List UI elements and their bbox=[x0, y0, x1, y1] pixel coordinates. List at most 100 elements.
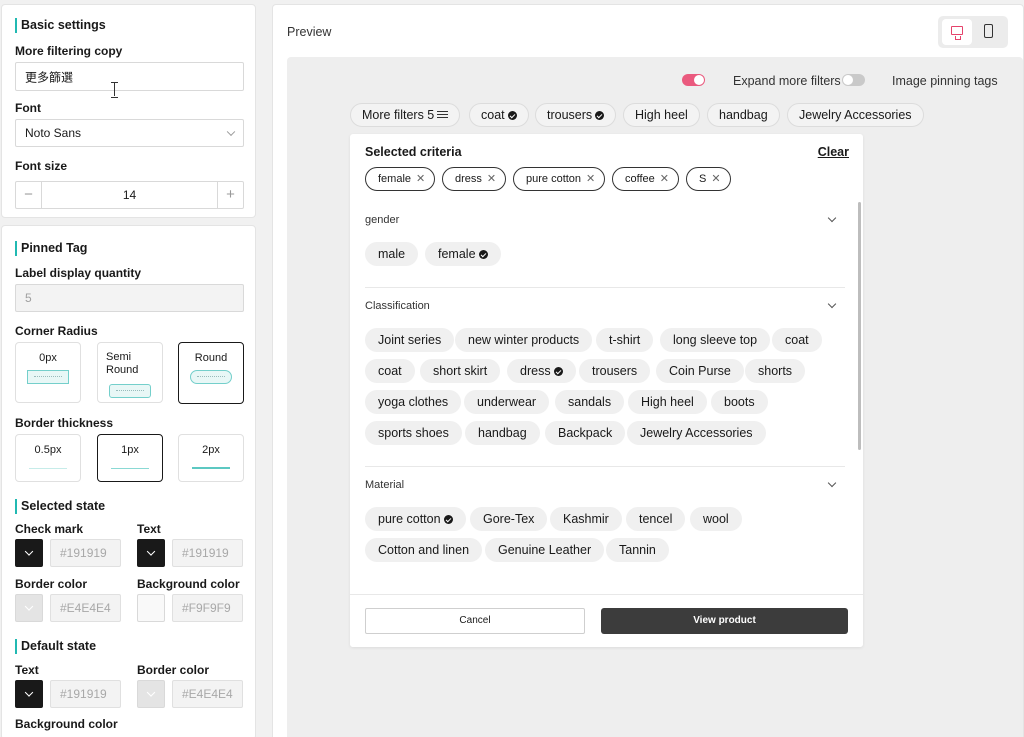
tag-kashmir[interactable]: Kashmir bbox=[550, 507, 622, 531]
close-icon[interactable]: ✕ bbox=[586, 168, 595, 190]
panel-scrollbar[interactable] bbox=[858, 202, 861, 450]
border-option-1px[interactable]: 1px bbox=[97, 434, 163, 482]
check-icon bbox=[595, 111, 605, 120]
corner-preview bbox=[109, 384, 151, 398]
expand-filters-toggle[interactable] bbox=[682, 74, 705, 86]
tag-label: female bbox=[438, 247, 476, 261]
cancel-button[interactable]: Cancel bbox=[365, 608, 585, 634]
background-color-hex: #F9F9F9 bbox=[172, 594, 243, 622]
selected-chip-female[interactable]: female ✕ bbox=[365, 167, 436, 191]
top-tag-handbag[interactable]: handbag bbox=[707, 103, 780, 127]
tag-underwear[interactable]: underwear bbox=[464, 390, 550, 414]
tag-high-heel[interactable]: High heel bbox=[628, 390, 707, 414]
tag-jewelry-accessories[interactable]: Jewelry Accessories bbox=[627, 421, 766, 445]
tag-label: dress bbox=[520, 364, 551, 378]
selected-chip-dress[interactable]: dress ✕ bbox=[442, 167, 507, 191]
tag-yoga-clothes[interactable]: yoga clothes bbox=[365, 390, 462, 414]
close-icon[interactable]: ✕ bbox=[416, 168, 425, 190]
decrement-button[interactable]: − bbox=[16, 182, 42, 208]
font-select-value: Noto Sans bbox=[25, 126, 82, 140]
close-icon[interactable]: ✕ bbox=[660, 168, 669, 190]
default-text-color-picker[interactable] bbox=[15, 680, 43, 708]
tag-gore-tex[interactable]: Gore-Tex bbox=[470, 507, 548, 531]
text-color-picker[interactable] bbox=[137, 539, 165, 567]
increment-button[interactable]: + bbox=[217, 182, 243, 208]
top-tag-trousers[interactable]: trousers bbox=[535, 103, 617, 127]
more-filters-button[interactable]: More filters 5 bbox=[350, 103, 461, 127]
font-size-value[interactable]: 14 bbox=[42, 182, 217, 208]
tag-short-skirt[interactable]: short skirt bbox=[420, 359, 501, 383]
corner-option-semi-round[interactable]: Semi Round bbox=[97, 342, 163, 403]
selected-chip-pure-cotton[interactable]: pure cotton ✕ bbox=[513, 167, 606, 191]
basic-settings-card: Basic settings More filtering copy 更多篩選 … bbox=[1, 4, 256, 218]
close-icon[interactable]: ✕ bbox=[711, 168, 720, 190]
tag-handbag[interactable]: handbag bbox=[465, 421, 540, 445]
close-icon[interactable]: ✕ bbox=[487, 168, 496, 190]
tag-sports-shoes[interactable]: sports shoes bbox=[365, 421, 462, 445]
tag-coin-purse[interactable]: Coin Purse bbox=[656, 359, 744, 383]
corner-option-round[interactable]: Round bbox=[178, 342, 244, 404]
border-color-picker[interactable] bbox=[15, 594, 43, 622]
image-pinning-label: Image pinning tags bbox=[892, 74, 998, 88]
border-option-0-5px[interactable]: 0.5px bbox=[15, 434, 81, 482]
tag-joint-series[interactable]: Joint series bbox=[365, 328, 455, 352]
chevron-down-icon bbox=[24, 688, 34, 697]
tag-coat[interactable]: coat bbox=[365, 359, 415, 383]
tag-wool[interactable]: wool bbox=[690, 507, 742, 531]
mobile-view-button[interactable] bbox=[974, 19, 1004, 45]
selected-chip-s[interactable]: S ✕ bbox=[686, 167, 731, 191]
image-pinning-toggle[interactable] bbox=[842, 74, 865, 86]
background-color-picker[interactable] bbox=[137, 594, 165, 622]
text-color-label: Text bbox=[137, 522, 161, 536]
chip-label: coffee bbox=[625, 173, 655, 185]
corner-option-label: 0px bbox=[39, 352, 57, 364]
tag-pure-cotton[interactable]: pure cotton bbox=[365, 507, 466, 531]
tag-long-sleeve-top[interactable]: long sleeve top bbox=[660, 328, 771, 352]
border-preview bbox=[192, 467, 230, 469]
chip-label: pure cotton bbox=[526, 173, 582, 185]
default-border-color-picker[interactable] bbox=[137, 680, 165, 708]
basic-settings-title: Basic settings bbox=[15, 18, 106, 33]
tag-backpack[interactable]: Backpack bbox=[545, 421, 626, 445]
default-border-label: Border color bbox=[137, 663, 210, 677]
tag-dress[interactable]: dress bbox=[507, 359, 576, 383]
corner-option-0px[interactable]: 0px bbox=[15, 342, 81, 403]
font-select[interactable]: Noto Sans bbox=[15, 119, 244, 147]
tag-cotton-and-linen[interactable]: Cotton and linen bbox=[365, 538, 483, 562]
border-option-label: 1px bbox=[121, 444, 139, 456]
tag-boots[interactable]: boots bbox=[711, 390, 768, 414]
chevron-down-icon bbox=[146, 547, 156, 556]
divider bbox=[365, 466, 845, 467]
tag-tannin[interactable]: Tannin bbox=[606, 538, 669, 562]
tag-sandals[interactable]: sandals bbox=[555, 390, 625, 414]
check-mark-color-picker[interactable] bbox=[15, 539, 43, 567]
tag-genuine-leather[interactable]: Genuine Leather bbox=[485, 538, 605, 562]
filter-copy-input[interactable]: 更多篩選 bbox=[15, 62, 244, 91]
tag-male[interactable]: male bbox=[365, 242, 419, 266]
tag-t-shirt[interactable]: t-shirt bbox=[596, 328, 654, 352]
clear-link[interactable]: Clear bbox=[818, 145, 849, 159]
corner-option-label: Semi Round bbox=[106, 351, 139, 376]
border-option-2px[interactable]: 2px bbox=[178, 434, 244, 482]
tag-female[interactable]: female bbox=[425, 242, 501, 266]
view-product-button[interactable]: View product bbox=[601, 608, 848, 634]
tag-shorts[interactable]: shorts bbox=[745, 359, 806, 383]
desktop-view-button[interactable] bbox=[942, 19, 972, 45]
selected-chip-coffee[interactable]: coffee ✕ bbox=[612, 167, 679, 191]
chevron-down-icon bbox=[226, 127, 236, 137]
top-tag-coat[interactable]: coat bbox=[469, 103, 529, 127]
selected-state-title: Selected state bbox=[15, 499, 105, 514]
corner-preview bbox=[27, 370, 69, 384]
chevron-down-icon[interactable] bbox=[827, 299, 837, 309]
tag-coat[interactable]: coat bbox=[772, 328, 822, 352]
font-label: Font bbox=[15, 101, 41, 115]
chevron-down-icon[interactable] bbox=[827, 478, 837, 488]
default-text-label: Text bbox=[15, 663, 39, 677]
check-mark-hex: #191919 bbox=[50, 539, 121, 567]
tag-tencel[interactable]: tencel bbox=[626, 507, 686, 531]
tag-new-winter-products[interactable]: new winter products bbox=[455, 328, 593, 352]
top-tag-high-heel[interactable]: High heel bbox=[623, 103, 700, 127]
chevron-down-icon[interactable] bbox=[827, 213, 837, 223]
top-tag-jewelry-accessories[interactable]: Jewelry Accessories bbox=[787, 103, 924, 127]
tag-trousers[interactable]: trousers bbox=[579, 359, 651, 383]
